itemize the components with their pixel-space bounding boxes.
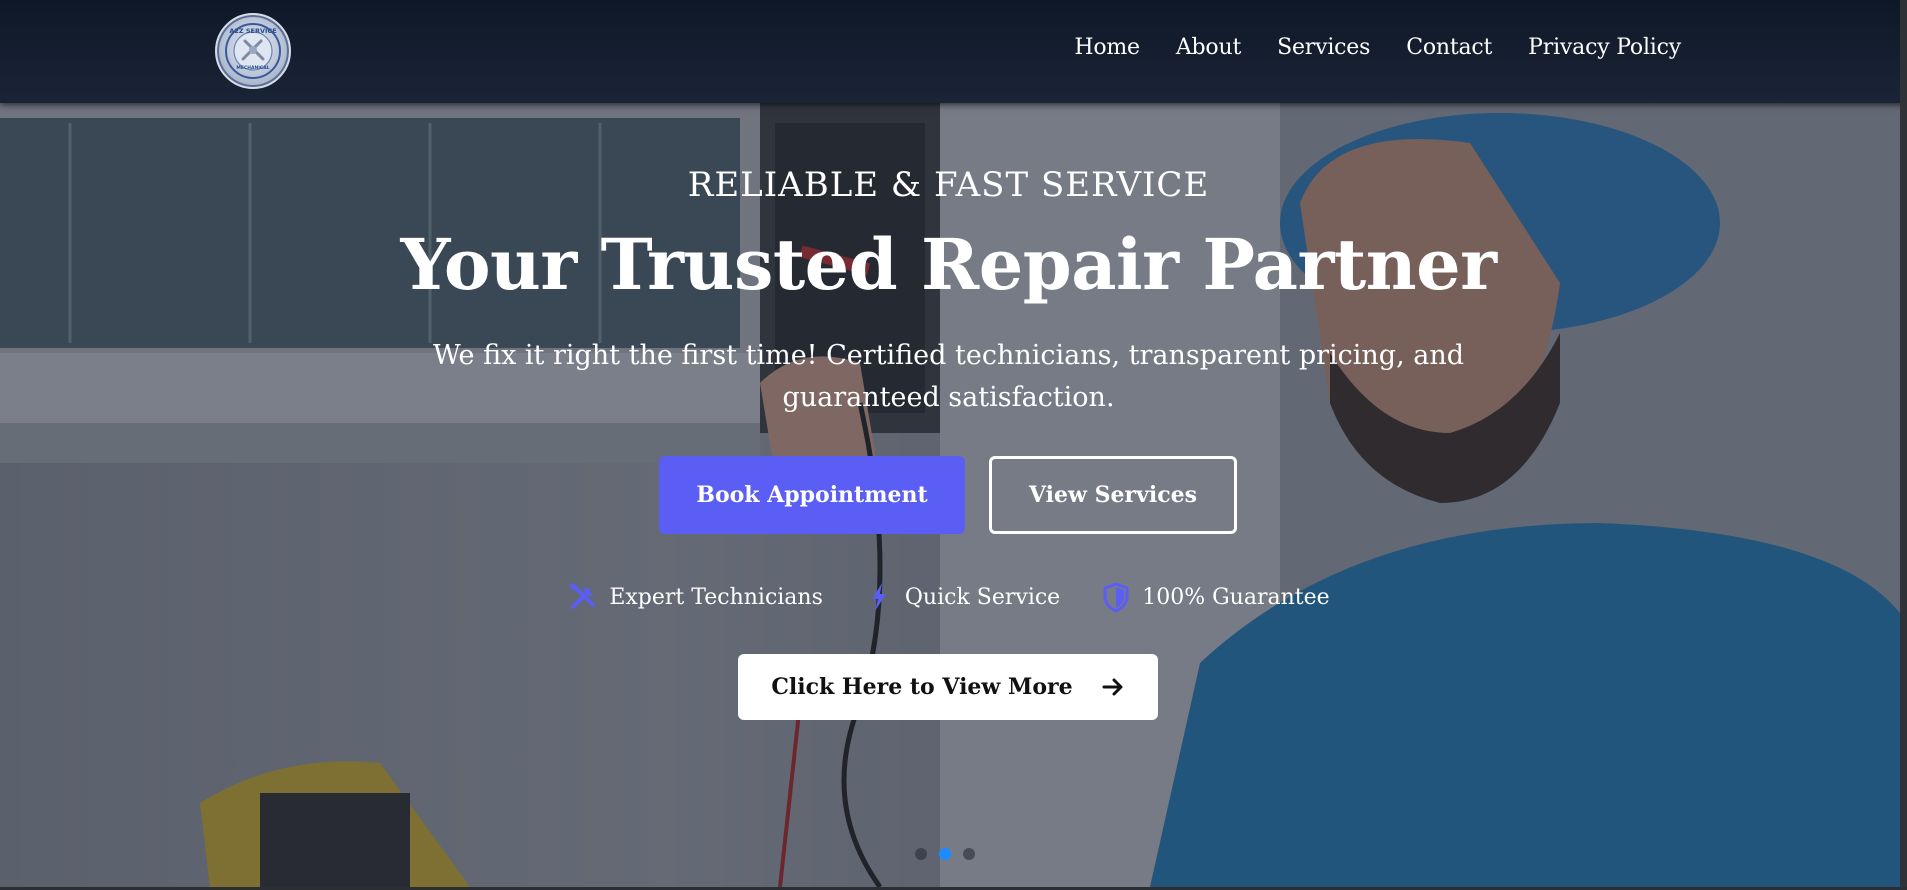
hero-headline: Your Trusted Repair Partner [400,223,1497,306]
window-edge [1900,0,1907,890]
shield-icon [1103,582,1129,613]
nav-about[interactable]: About [1176,32,1241,64]
site-header: A2Z SERVICE MECHANICAL Home About Servic… [0,0,1907,103]
hero-eyebrow: RELIABLE & FAST SERVICE [687,165,1210,205]
nav-home[interactable]: Home [1074,32,1140,64]
view-services-button[interactable]: View Services [989,456,1237,534]
view-more-label: Click Here to View More [771,674,1073,700]
feature-guarantee: 100% Guarantee [1100,581,1330,613]
slider-dot-1[interactable] [915,848,927,860]
logo-text-top: A2Z SERVICE [229,27,276,35]
logo-text-bottom: MECHANICAL [236,65,269,71]
tools-icon [569,582,596,609]
nav-privacy-policy[interactable]: Privacy Policy [1528,32,1681,64]
feature-label: 100% Guarantee [1142,584,1330,610]
bolt-icon [871,583,886,611]
slider-dots [915,848,975,860]
book-appointment-button[interactable]: Book Appointment [659,456,965,534]
feature-quick-service: Quick Service [863,581,1060,613]
view-more-button[interactable]: Click Here to View More [738,654,1158,720]
slider-dot-2[interactable] [939,848,951,860]
feature-expert-technicians: Expert Technicians [567,581,823,613]
feature-list: Expert Technicians Quick Service 100% Gu… [0,581,1897,613]
nav-services[interactable]: Services [1277,32,1370,64]
hero-slider: RELIABLE & FAST SERVICE Your Trusted Rep… [0,103,1907,887]
hero-subtitle: We fix it right the first time! Certifie… [432,340,1465,413]
feature-label: Expert Technicians [609,584,823,610]
wrench-gear-badge-logo: A2Z SERVICE MECHANICAL [225,23,281,79]
brand-logo[interactable]: A2Z SERVICE MECHANICAL [215,13,291,89]
main-nav: Home About Services Contact Privacy Poli… [1074,32,1681,64]
slider-dot-3[interactable] [963,848,975,860]
feature-label: Quick Service [904,584,1061,610]
nav-contact[interactable]: Contact [1406,32,1492,64]
arrow-right-icon [1102,678,1123,696]
